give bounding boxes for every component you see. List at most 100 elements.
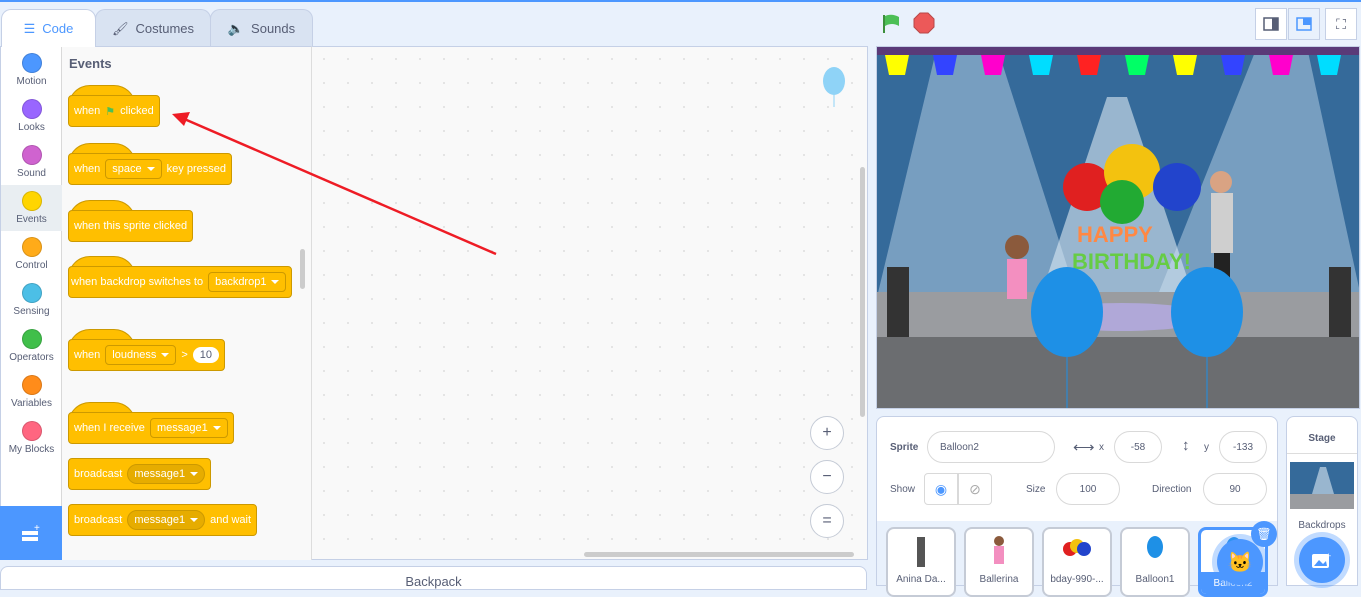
x-arrows-icon: ⟷ — [1073, 439, 1095, 456]
key-dropdown[interactable]: space — [105, 159, 162, 179]
code-area[interactable]: + − = — [312, 46, 868, 560]
message-dropdown[interactable]: message1 — [149, 418, 228, 438]
stage-light — [1317, 55, 1341, 75]
block-when-loudness[interactable]: when loudness >10 — [68, 329, 226, 371]
zoom-in-icon: + — [822, 424, 832, 441]
palette-title: Events — [69, 56, 112, 71]
sprite-info-panel: Sprite Balloon2 ⟷ x -58 ↕ y -133 Show ◉ … — [876, 416, 1278, 522]
small-stage-button[interactable] — [1255, 8, 1287, 40]
extension-icon: + — [22, 523, 40, 541]
trash-icon: 🗑 — [1256, 527, 1272, 541]
block-broadcast-and-wait[interactable]: broadcast message1 and wait — [68, 504, 258, 536]
dropdown-arrow-icon — [271, 280, 280, 284]
category-operators[interactable]: Operators — [1, 323, 62, 369]
category-dot-icon — [21, 99, 42, 119]
block-when-flag-clicked[interactable]: when ⚑ clicked — [68, 85, 160, 127]
message-dropdown[interactable]: message1 — [127, 510, 206, 530]
stage-light — [1125, 55, 1149, 75]
show-sprite-button[interactable]: ◉ — [924, 473, 958, 505]
stop-button[interactable] — [913, 12, 935, 34]
hide-sprite-button[interactable]: ⊘ — [958, 473, 992, 505]
category-dot-icon — [21, 53, 42, 73]
category-variables[interactable]: Variables — [1, 369, 62, 415]
stage-canvas[interactable]: HAPPY BIRTHDAY! — [876, 46, 1360, 409]
eye-slash-icon: ⊘ — [969, 480, 981, 497]
tab-sounds[interactable]: 🔈 Sounds — [210, 9, 313, 47]
stage-light — [933, 55, 957, 75]
sprite-thumb-anina[interactable]: Anina Da... — [886, 527, 956, 597]
y-arrows-icon: ↕ — [1182, 437, 1190, 454]
category-menu: Motion Looks Sound Events Control Sensing Oper… — [0, 46, 62, 560]
block-broadcast[interactable]: broadcast message1 — [68, 458, 212, 490]
choose-backdrop-button[interactable]: + — [1299, 537, 1345, 583]
x-position-input[interactable]: -58 — [1114, 431, 1162, 463]
tab-costumes[interactable]: 🖌 Costumes — [95, 9, 211, 47]
stage-light — [1221, 55, 1245, 75]
palette-scrollbar[interactable] — [300, 249, 305, 289]
stage-scene: HAPPY BIRTHDAY! — [877, 47, 1359, 408]
sprite-thumb-balloon1[interactable]: Balloon1 — [1120, 527, 1190, 597]
sprite-thumbnail — [1147, 536, 1163, 558]
zoom-reset-icon: = — [822, 512, 832, 529]
fullscreen-button[interactable]: ⛶ — [1325, 8, 1357, 40]
stage-light — [1173, 55, 1197, 75]
sprite-thumb-bday[interactable]: bday-990-... — [1042, 527, 1112, 597]
sprite-thumbnail — [994, 536, 1004, 564]
category-control[interactable]: Control — [1, 231, 62, 277]
eye-icon: ◉ — [934, 480, 948, 497]
category-sensing[interactable]: Sensing — [1, 277, 62, 323]
category-my-blocks[interactable]: My Blocks — [1, 415, 62, 461]
stage-light — [1029, 55, 1053, 75]
choose-sprite-button[interactable]: 🐱 — [1217, 539, 1263, 585]
brush-icon: 🖌 — [111, 20, 129, 36]
add-extension-button[interactable]: + — [0, 506, 62, 560]
dropdown-arrow-icon — [190, 472, 199, 476]
stage-panel[interactable]: Stage Backdrops + — [1286, 416, 1358, 586]
category-sound[interactable]: Sound — [1, 139, 62, 185]
block-when-backdrop-switches[interactable]: when backdrop switches to backdrop1 — [68, 256, 293, 298]
sensor-dropdown[interactable]: loudness — [105, 345, 177, 365]
backdrop-dropdown[interactable]: backdrop1 — [208, 272, 287, 292]
category-motion[interactable]: Motion — [1, 47, 62, 93]
sprite-thumb-ballerina[interactable]: Ballerina — [964, 527, 1034, 597]
category-events[interactable]: Events — [1, 185, 62, 231]
dropdown-arrow-icon — [212, 426, 221, 430]
stage-light — [1077, 55, 1101, 75]
sprite-thumbnail — [1063, 539, 1091, 556]
speaker-icon: 🔈 — [227, 20, 245, 36]
sprite-name-input[interactable]: Balloon2 — [927, 431, 1055, 463]
stage-light — [885, 55, 909, 75]
zoom-reset-button[interactable]: = — [810, 504, 844, 538]
svg-text:BIRTHDAY!: BIRTHDAY! — [1072, 249, 1191, 274]
svg-text:+: + — [34, 523, 40, 534]
stage-light — [1269, 55, 1293, 75]
zoom-out-icon: − — [822, 468, 832, 485]
category-looks[interactable]: Looks — [1, 93, 62, 139]
sprite-thumbnail — [917, 537, 925, 567]
zoom-in-button[interactable]: + — [810, 416, 844, 450]
size-input[interactable]: 100 — [1056, 473, 1120, 505]
threshold-input[interactable]: 10 — [192, 347, 220, 363]
message-dropdown[interactable]: message1 — [127, 464, 206, 484]
category-dot-icon — [21, 191, 42, 211]
vertical-scrollbar[interactable] — [860, 167, 865, 417]
delete-sprite-button[interactable]: 🗑 — [1251, 521, 1277, 547]
block-when-i-receive[interactable]: when I receive message1 — [68, 402, 234, 444]
backdrop-thumbnail — [1290, 462, 1354, 509]
green-flag-button[interactable] — [880, 12, 904, 36]
image-plus-icon: + — [1312, 551, 1331, 568]
block-when-key-pressed[interactable]: when space key pressed — [68, 143, 232, 185]
direction-input[interactable]: 90 — [1203, 473, 1267, 505]
sprite-balloon-icon — [823, 67, 845, 107]
normal-stage-button[interactable] — [1288, 8, 1320, 40]
category-dot-icon — [21, 145, 42, 165]
horizontal-scrollbar[interactable] — [584, 552, 854, 557]
zoom-out-button[interactable]: − — [810, 460, 844, 494]
y-position-input[interactable]: -133 — [1219, 431, 1267, 463]
backpack[interactable]: Backpack — [0, 566, 867, 590]
tab-code[interactable]: ☰ Code — [1, 9, 96, 47]
block-when-sprite-clicked[interactable]: when this sprite clicked — [68, 200, 194, 242]
normal-stage-icon — [1296, 17, 1312, 31]
dropdown-arrow-icon — [146, 167, 155, 171]
category-dot-icon — [21, 375, 42, 395]
